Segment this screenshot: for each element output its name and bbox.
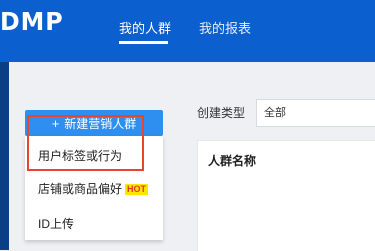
- active-nav-underline: [119, 41, 168, 44]
- hot-badge: HOT: [125, 183, 149, 195]
- menu-item-store-product-preference[interactable]: 店铺或商品偏好 HOT: [38, 181, 149, 197]
- nav-my-reports[interactable]: 我的报表: [199, 20, 251, 38]
- menu-item-label: 店铺或商品偏好: [38, 182, 123, 196]
- top-navigation-bar: DMP 我的人群 我的报表: [0, 0, 375, 62]
- audience-table: 人群名称: [197, 140, 375, 251]
- creation-type-select[interactable]: 全部: [256, 99, 375, 127]
- highlight-annotation-frame: [27, 115, 144, 171]
- menu-item-label: ID上传: [38, 217, 75, 231]
- logo: DMP: [0, 7, 64, 36]
- sidebar-edge: [0, 62, 9, 250]
- nav-my-audiences[interactable]: 我的人群: [119, 20, 171, 38]
- creation-type-label: 创建类型: [197, 106, 246, 120]
- menu-item-id-upload[interactable]: ID上传: [38, 216, 74, 232]
- column-header-audience-name: 人群名称: [208, 154, 257, 168]
